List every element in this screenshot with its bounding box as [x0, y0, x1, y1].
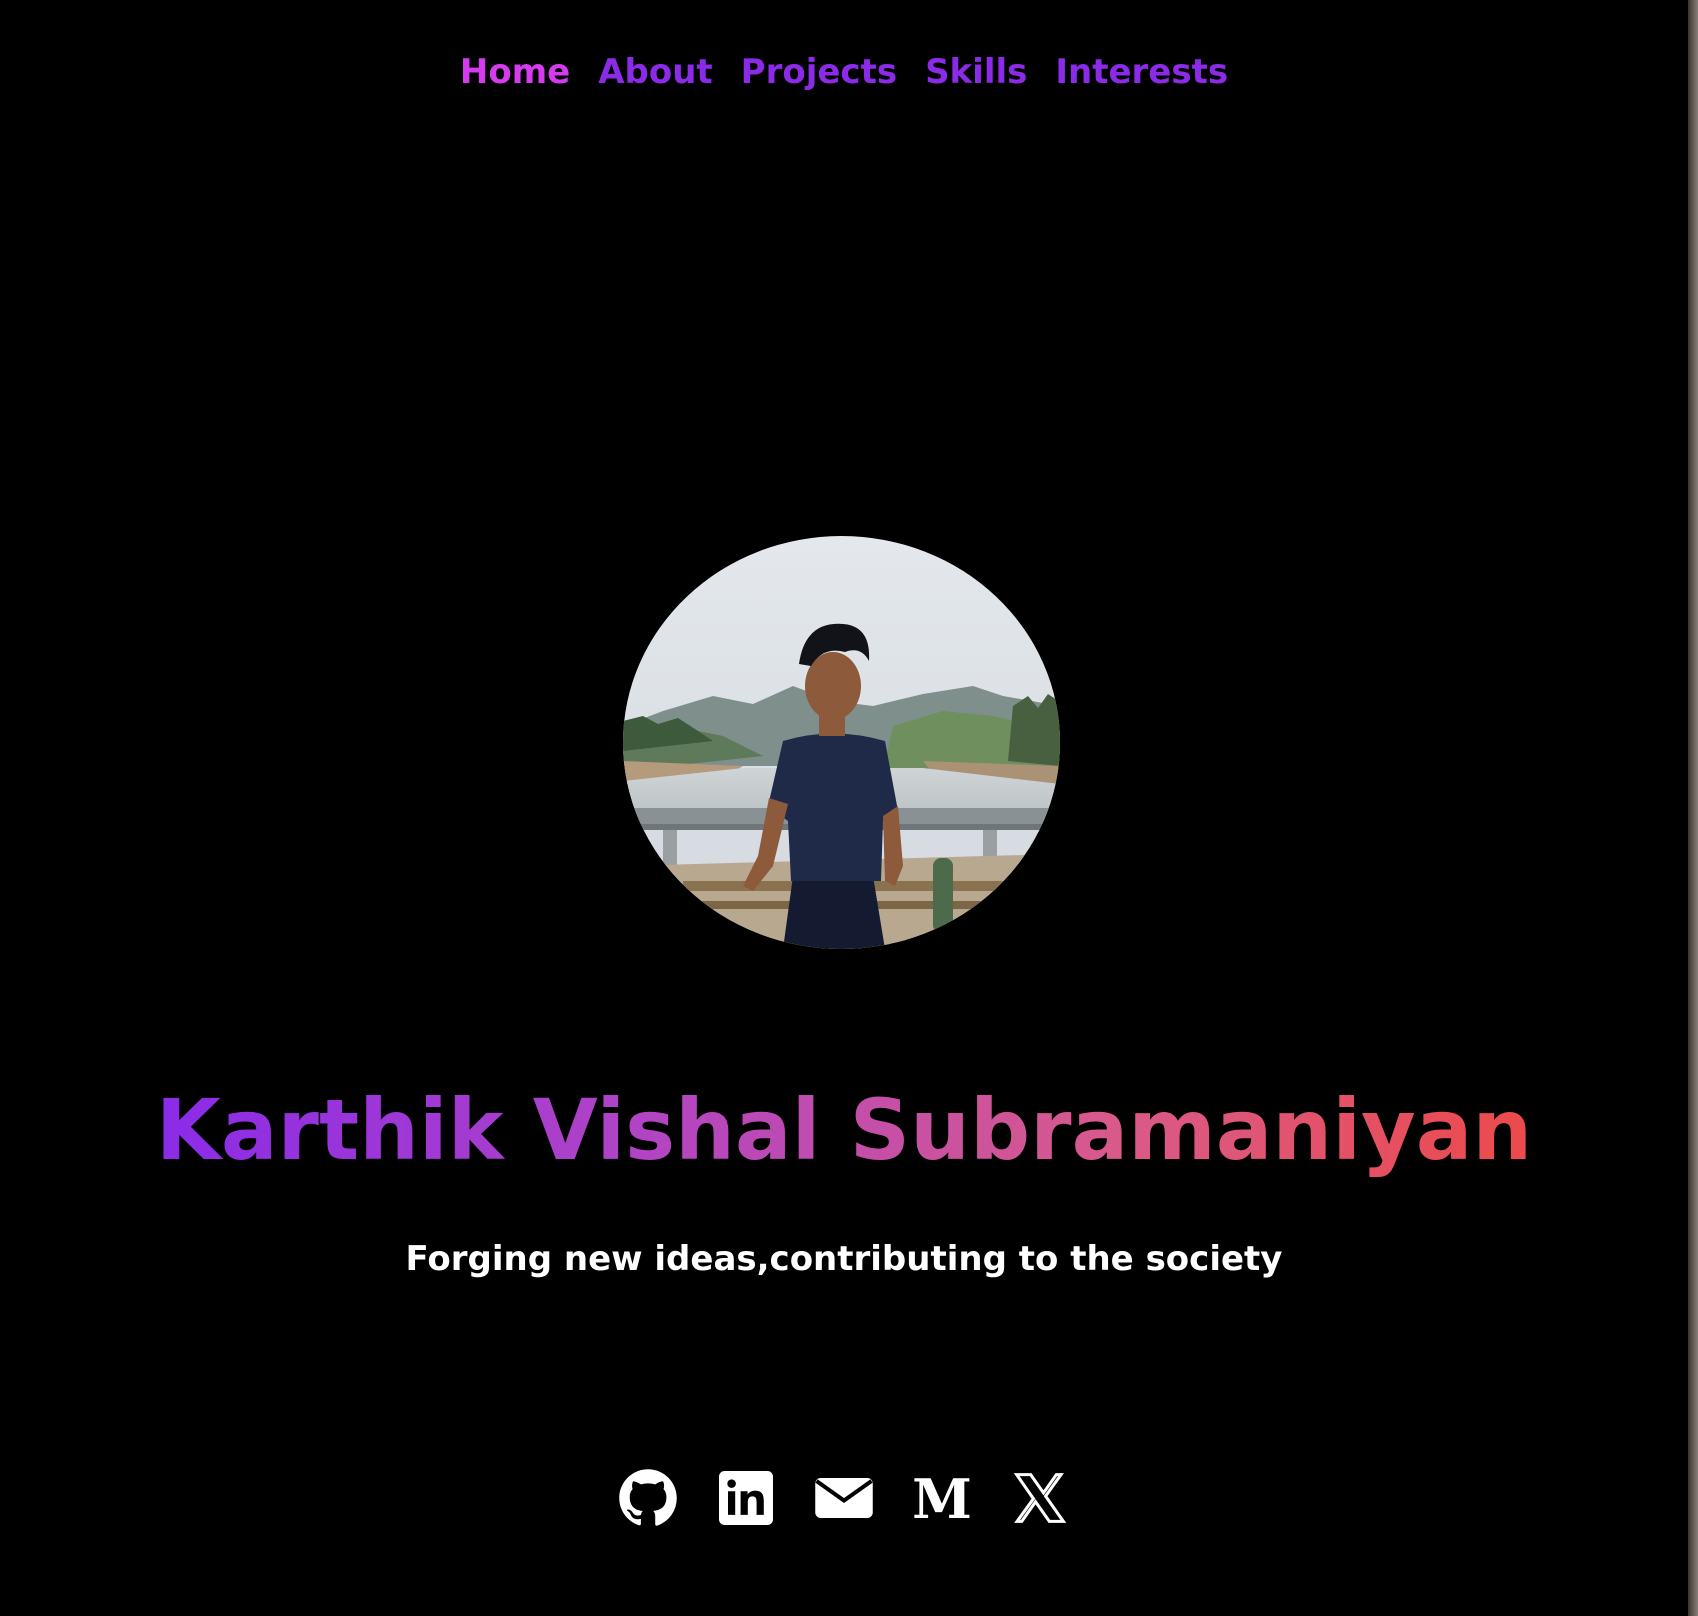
x-link[interactable] [1010, 1468, 1070, 1528]
nav-interests[interactable]: Interests [1055, 44, 1228, 100]
top-nav: Home About Projects Skills Interests [0, 44, 1688, 100]
nav-skills[interactable]: Skills [925, 44, 1027, 100]
medium-link[interactable]: M [912, 1468, 972, 1528]
social-links: M [0, 1468, 1688, 1528]
profile-photo [623, 536, 1060, 949]
email-link[interactable] [814, 1468, 874, 1528]
linkedin-link[interactable] [716, 1468, 776, 1528]
medium-icon: M [912, 1468, 972, 1528]
nav-projects[interactable]: Projects [741, 44, 897, 100]
github-link[interactable] [618, 1468, 678, 1528]
nav-about[interactable]: About [598, 44, 712, 100]
hero-name: Karthik Vishal Subramaniyan [0, 1080, 1688, 1180]
window-edge [1688, 0, 1698, 1616]
x-icon [1013, 1473, 1067, 1523]
hero-tagline: Forging new ideas,contributing to the so… [405, 1239, 1283, 1279]
nav-home[interactable]: Home [460, 44, 570, 100]
svg-text:M: M [912, 1468, 972, 1528]
linkedin-icon [719, 1471, 773, 1525]
page: Home About Projects Skills Interests Kar… [0, 0, 1698, 1616]
hero-name-text: Karthik Vishal Subramaniyan [155, 1081, 1533, 1179]
github-icon [619, 1469, 677, 1526]
mail-icon [815, 1478, 873, 1518]
